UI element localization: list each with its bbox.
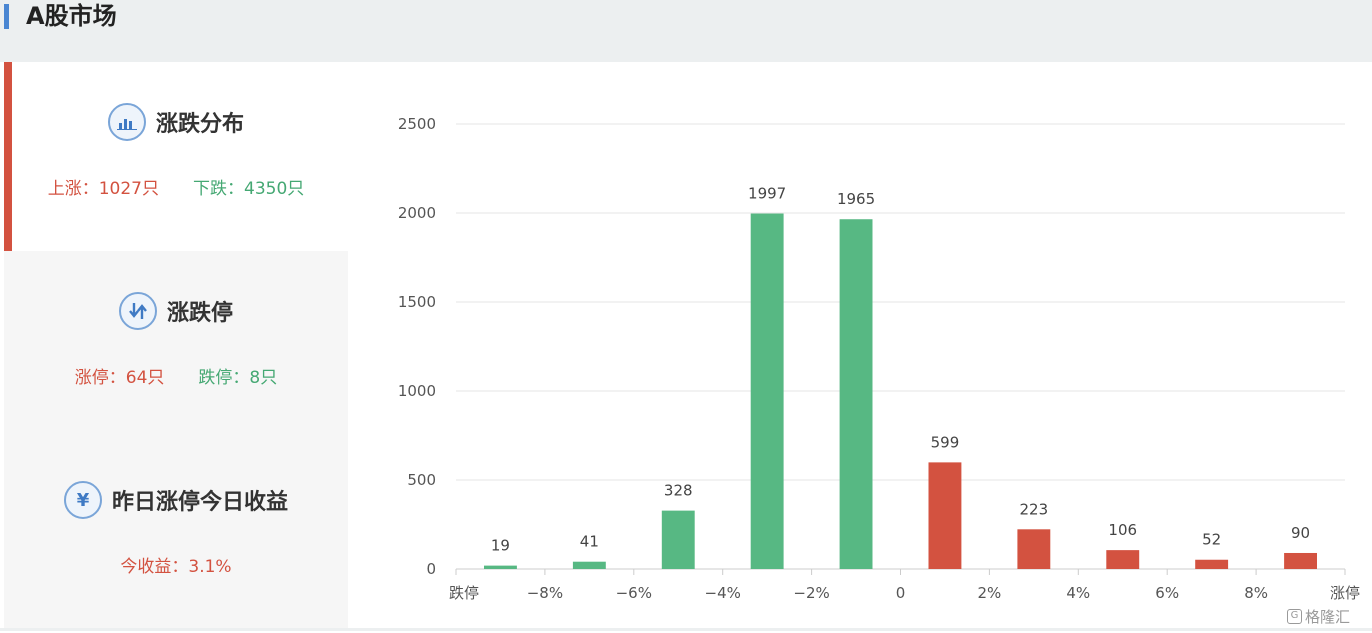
bar-value-label: 90 bbox=[1291, 524, 1310, 542]
y-tick-label: 2000 bbox=[398, 204, 436, 222]
bar bbox=[1284, 552, 1317, 569]
yen-icon: ¥ bbox=[63, 481, 102, 519]
bar bbox=[572, 561, 606, 569]
card-limits[interactable]: 涨跌停 涨停：64只 跌停：8只 bbox=[4, 251, 348, 440]
x-tick-label: −6% bbox=[616, 584, 652, 602]
bar bbox=[1017, 529, 1051, 569]
card-distribution[interactable]: 涨跌分布 上涨：1027只 下跌：4350只 bbox=[4, 62, 348, 251]
bar bbox=[1195, 559, 1229, 569]
stats-row: 今收益：3.1% bbox=[4, 552, 348, 577]
x-tick-label: 2% bbox=[978, 584, 1002, 602]
x-tick-label: 0 bbox=[896, 584, 906, 602]
up-down-arrows-icon bbox=[118, 292, 157, 330]
y-tick-label: 1000 bbox=[398, 382, 436, 400]
up-count: 上涨：1027只 bbox=[47, 179, 159, 199]
stats-row: 涨停：64只 跌停：8只 bbox=[4, 363, 348, 388]
card-title-row: 涨跌分布 bbox=[4, 103, 348, 141]
chart-svg: 0 500 1000 1500 2000 2500 跌停 −8% −6% −4% −2% 0 2% 4% 6… bbox=[398, 115, 1360, 602]
bar-value-label: 41 bbox=[580, 533, 599, 551]
distribution-chart: 0 500 1000 1500 2000 2500 跌停 −8% −6% −4% −2% 0 2% 4% 6… bbox=[348, 62, 1372, 629]
card-title: 昨日涨停今日收益 bbox=[111, 490, 288, 515]
y-tick-label: 500 bbox=[407, 471, 436, 489]
card-title: 涨跌停 bbox=[166, 301, 233, 326]
watermark-logo-icon: G bbox=[1286, 609, 1302, 624]
x-tick-label: 8% bbox=[1244, 584, 1268, 602]
bar-value-label: 106 bbox=[1108, 521, 1137, 539]
bar bbox=[928, 462, 962, 569]
bar-value-label: 599 bbox=[931, 433, 960, 451]
watermark-text: 格隆汇 bbox=[1304, 608, 1350, 626]
card-title-row: 涨跌停 bbox=[4, 292, 348, 330]
y-tick-label: 2500 bbox=[398, 115, 436, 133]
page-header: A股市场 bbox=[0, 0, 1372, 62]
yesterday-return: 今收益：3.1% bbox=[120, 557, 232, 577]
bar-value-label: 1997 bbox=[748, 185, 786, 203]
bar bbox=[750, 213, 784, 569]
bar-value-label: 1965 bbox=[837, 190, 875, 208]
x-tick-label: 跌停 bbox=[449, 584, 479, 602]
card-title-row: ¥ 昨日涨停今日收益 bbox=[4, 481, 348, 519]
page-title: A股市场 bbox=[26, 2, 117, 30]
y-tick-label: 1500 bbox=[398, 293, 436, 311]
bar-value-label: 223 bbox=[1020, 500, 1049, 518]
x-tick-label: 4% bbox=[1066, 584, 1090, 602]
bar bbox=[839, 219, 873, 570]
bar-value-label: 52 bbox=[1202, 531, 1221, 549]
bar-value-label: 19 bbox=[491, 537, 510, 555]
bar bbox=[484, 565, 517, 569]
header-accent-bar bbox=[4, 4, 9, 29]
bar bbox=[661, 510, 695, 569]
bar-chart-icon bbox=[107, 103, 146, 141]
watermark: G 格隆汇 bbox=[1286, 606, 1350, 627]
bar bbox=[1106, 550, 1140, 569]
x-tick-label: 6% bbox=[1155, 584, 1179, 602]
card-title: 涨跌分布 bbox=[155, 112, 244, 137]
active-card-indicator bbox=[4, 62, 12, 251]
bar-value-label: 328 bbox=[664, 482, 693, 500]
down-count: 下跌：4350只 bbox=[193, 179, 305, 199]
x-tick-label: −8% bbox=[527, 584, 563, 602]
x-tick-label: −4% bbox=[705, 584, 741, 602]
x-tick-label: −2% bbox=[793, 584, 829, 602]
y-tick-label: 0 bbox=[426, 560, 436, 578]
limit-up-count: 涨停：64只 bbox=[74, 368, 165, 388]
limit-down-count: 跌停：8只 bbox=[198, 368, 278, 388]
card-yesterday[interactable]: ¥ 昨日涨停今日收益 今收益：3.1% bbox=[4, 440, 348, 629]
stats-row: 上涨：1027只 下跌：4350只 bbox=[4, 174, 348, 199]
x-tick-label: 涨停 bbox=[1330, 584, 1360, 602]
